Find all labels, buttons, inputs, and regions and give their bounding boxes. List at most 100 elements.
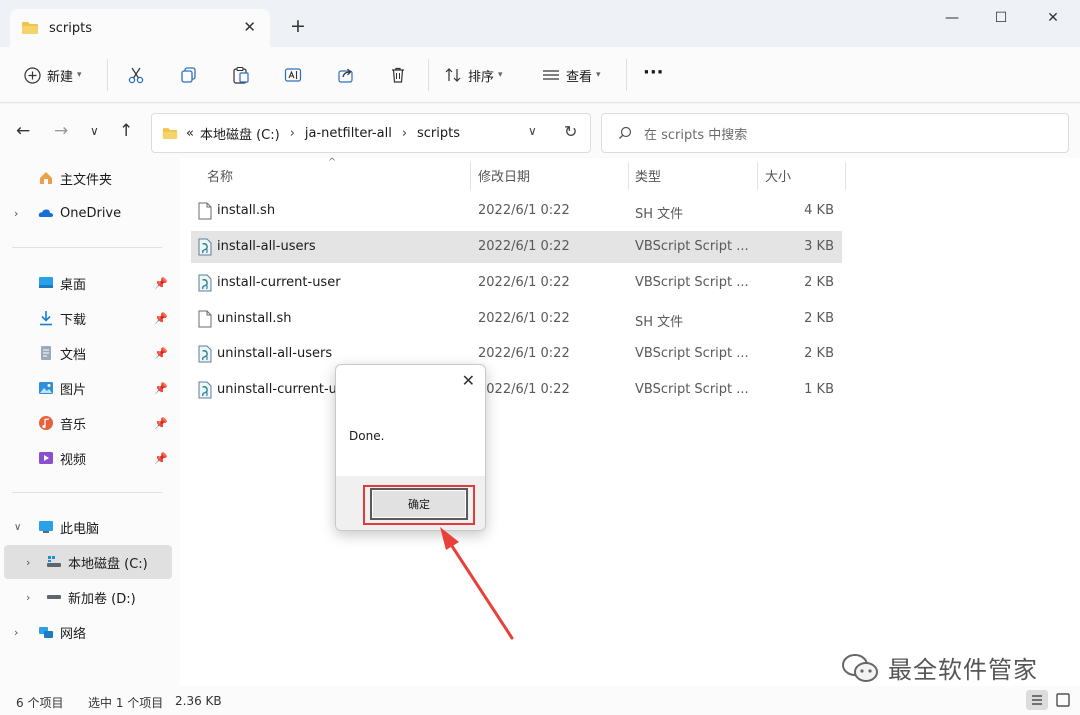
paste-button[interactable]: [232, 62, 250, 88]
copy-button[interactable]: [180, 62, 198, 88]
recent-chevron-icon[interactable]: ∨: [90, 124, 99, 138]
column-divider[interactable]: [845, 162, 846, 190]
breadcrumb-scripts[interactable]: scripts: [417, 126, 460, 141]
column-header-name[interactable]: 名称: [207, 158, 233, 192]
table-row[interactable]: uninstall-all-users 2022/6/1 0:22 VBScript…: [191, 338, 842, 370]
dialog-close-icon[interactable]: ✕: [462, 371, 475, 390]
breadcrumb-drive-c[interactable]: 本地磁盘 (C:): [200, 124, 280, 143]
table-row[interactable]: install-current-user 2022/6/1 0:22 VBScrip…: [191, 267, 842, 299]
minimize-button[interactable]: —: [942, 10, 962, 26]
item-count: 6 个项目: [16, 696, 64, 710]
file-size: 2 KB: [804, 311, 834, 326]
file-size: 1 KB: [804, 382, 834, 397]
sidebar-item-this-pc[interactable]: ∨ 此电脑: [4, 510, 172, 544]
file-size: 2 KB: [804, 346, 834, 361]
sidebar-item-network[interactable]: › 网络: [4, 615, 172, 649]
tiles-view-icon: [1056, 693, 1070, 707]
text-file-icon: [198, 310, 212, 328]
table-row[interactable]: install-all-users 2022/6/1 0:22 VBScript S…: [191, 231, 842, 263]
breadcrumb-ja-netfilter-all[interactable]: ja-netfilter-all: [305, 126, 392, 141]
expand-chevron-icon[interactable]: ›: [26, 556, 30, 569]
pin-icon[interactable]: 📌: [154, 277, 168, 290]
file-date: 2022/6/1 0:22: [478, 239, 570, 254]
share-button[interactable]: [337, 62, 355, 88]
sidebar-item-onedrive[interactable]: › OneDrive: [4, 196, 172, 230]
more-button[interactable]: ···: [643, 59, 664, 85]
breadcrumb-separator-icon[interactable]: ›: [290, 126, 295, 141]
up-arrow-icon[interactable]: ↑: [119, 121, 133, 141]
column-header-date[interactable]: 修改日期: [478, 158, 530, 192]
back-arrow-icon[interactable]: ←: [16, 121, 30, 141]
download-icon: [40, 311, 52, 326]
new-tab-button[interactable]: +: [290, 15, 306, 37]
folder-icon: [162, 127, 178, 139]
sort-button[interactable]: 排序 ▾: [444, 62, 503, 88]
column-divider[interactable]: [757, 162, 758, 190]
sidebar-item-pictures[interactable]: 图片 📌: [4, 371, 172, 405]
pin-icon[interactable]: 📌: [154, 312, 168, 325]
pin-icon[interactable]: 📌: [154, 347, 168, 360]
address-history-chevron-icon[interactable]: ∨: [528, 124, 537, 138]
text-file-icon: [198, 202, 212, 220]
sidebar-item-downloads[interactable]: 下载 📌: [4, 301, 172, 335]
tab-scripts[interactable]: scripts ✕: [10, 9, 270, 47]
sidebar-item-label: 新加卷 (D:): [68, 591, 136, 607]
network-icon: [39, 627, 53, 638]
breadcrumb-separator-icon[interactable]: ›: [402, 126, 407, 141]
breadcrumb-overflow[interactable]: «: [186, 126, 194, 141]
view-lines-icon: [543, 70, 559, 80]
sidebar-item-music[interactable]: 音乐 📌: [4, 406, 172, 440]
expand-chevron-icon[interactable]: ›: [26, 591, 30, 604]
sidebar-item-label: 主文件夹: [60, 172, 113, 188]
new-button[interactable]: 新建 ▾: [24, 62, 82, 88]
sidebar-item-label: 此电脑: [60, 521, 100, 537]
table-row[interactable]: uninstall.sh 2022/6/1 0:22 SH 文件 2 KB: [191, 303, 842, 335]
expand-chevron-icon[interactable]: ›: [14, 207, 18, 220]
file-size: 3 KB: [804, 239, 834, 254]
forward-arrow-icon[interactable]: →: [54, 121, 68, 141]
delete-button[interactable]: [389, 62, 407, 88]
sidebar-item-documents[interactable]: 文档 📌: [4, 336, 172, 370]
close-window-button[interactable]: ✕: [1043, 10, 1063, 26]
rename-button[interactable]: [284, 62, 302, 88]
column-divider[interactable]: [470, 162, 471, 190]
collapse-chevron-icon[interactable]: ∨: [14, 522, 21, 533]
file-type: VBScript Script ...: [635, 275, 749, 290]
column-header-type[interactable]: 类型: [635, 158, 661, 192]
column-header-size[interactable]: 大小: [765, 158, 791, 192]
refresh-icon[interactable]: ↻: [564, 122, 577, 141]
sidebar-item-label: 网络: [60, 626, 87, 642]
sidebar-item-home[interactable]: 主文件夹: [4, 161, 172, 195]
address-bar[interactable]: « 本地磁盘 (C:) › ja-netfilter-all › scripts…: [151, 113, 591, 153]
table-row[interactable]: uninstall-current-user 2022/6/1 0:22 VBScr…: [191, 374, 842, 406]
tab-close-icon[interactable]: ✕: [243, 18, 256, 36]
share-icon: [338, 68, 353, 83]
pin-icon[interactable]: 📌: [154, 452, 168, 465]
ok-button[interactable]: 确定: [370, 488, 468, 520]
file-name: uninstall.sh: [217, 311, 292, 326]
video-icon: [39, 452, 53, 464]
sidebar-item-videos[interactable]: 视频 📌: [4, 441, 172, 475]
table-row[interactable]: install.sh 2022/6/1 0:22 SH 文件 4 KB: [191, 195, 842, 227]
search-input[interactable]: 在 scripts 中搜索: [601, 113, 1069, 153]
pin-icon[interactable]: 📌: [154, 417, 168, 430]
expand-chevron-icon[interactable]: ›: [14, 626, 18, 639]
details-view-button[interactable]: [1026, 690, 1048, 710]
column-divider[interactable]: [628, 162, 629, 190]
sidebar-item-label: 本地磁盘 (C:): [68, 556, 148, 572]
sidebar-item-drive-d[interactable]: › 新加卷 (D:): [4, 580, 172, 614]
sidebar-item-drive-c[interactable]: › 本地磁盘 (C:): [4, 545, 172, 579]
file-type: SH 文件: [635, 207, 684, 222]
sidebar-item-label: 下载: [60, 312, 87, 328]
file-name: install.sh: [217, 203, 276, 218]
sidebar-item-desktop[interactable]: 桌面 📌: [4, 266, 172, 300]
document-icon: [41, 346, 51, 360]
tiles-view-button[interactable]: [1052, 690, 1074, 710]
details-view-icon: [1032, 695, 1042, 705]
music-icon: [39, 416, 53, 430]
cut-button[interactable]: [127, 62, 145, 88]
pin-icon[interactable]: 📌: [154, 382, 168, 395]
maximize-button[interactable]: ☐: [991, 10, 1011, 26]
wechat-icon: [842, 653, 878, 682]
view-button[interactable]: 查看 ▾: [542, 62, 601, 88]
